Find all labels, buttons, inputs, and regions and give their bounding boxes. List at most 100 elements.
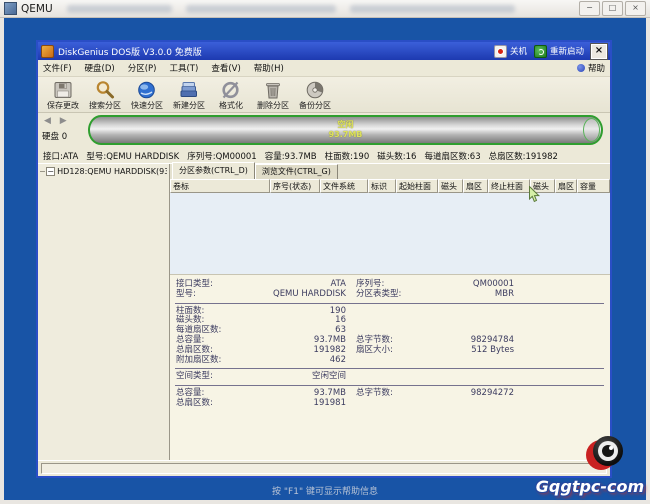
detail-value: MBR [494, 288, 514, 299]
disk-info-segment: 总扇区数:191982 [488, 152, 558, 162]
details-separator [175, 385, 604, 387]
table-column-header[interactable]: 标识 [368, 179, 396, 193]
detail-value: 462 [329, 354, 346, 365]
menu-item[interactable]: 工具(T) [169, 64, 198, 74]
help-icon [576, 64, 585, 72]
detail-value: 191981 [313, 397, 346, 408]
disk-label: 硬盘 0 [42, 132, 68, 142]
search-icon [96, 80, 114, 98]
disk-info-segment: 型号:QEMU HARDDISK [86, 152, 180, 162]
menu-item[interactable]: 帮助(H) [254, 64, 284, 74]
detail-row: 磁头数: 16 [170, 316, 610, 326]
partition-table-body[interactable] [170, 193, 610, 275]
menu-item[interactable]: 硬盘(D) [85, 64, 115, 74]
tree-branch-line [40, 171, 46, 172]
save-icon [54, 81, 72, 98]
tab-partition-params[interactable]: 分区参数(CTRL_D) [172, 162, 255, 179]
restart-button[interactable]: 重新启动 [533, 44, 584, 58]
disk-info-segment: 容量:93.7MB [264, 152, 317, 162]
quick-partition-button[interactable]: 快速分区 [126, 78, 168, 111]
save-changes-button[interactable]: 保存更改 [42, 78, 84, 111]
next-disk-arrow[interactable]: ▶ [60, 116, 70, 126]
host-window-title: QEMU [21, 2, 53, 15]
detail-value [442, 316, 514, 326]
table-column-header[interactable]: 容量 [577, 179, 610, 193]
minimize-button[interactable]: − [579, 1, 600, 16]
detail-label: 附加扇区数: [176, 354, 222, 365]
tree-item-hd128[interactable]: − HD128:QEMU HARDDISK(93MB) [40, 167, 167, 176]
maximize-button[interactable]: □ [602, 1, 623, 16]
format-button[interactable]: 格式化 [210, 78, 252, 111]
table-column-header[interactable]: 序号(状态) [270, 179, 320, 193]
menu-item[interactable]: 文件(F) [43, 64, 72, 74]
tab-bar: 分区参数(CTRL_D) 浏览文件(CTRL_G) [170, 162, 610, 179]
diskgenius-app-icon [41, 44, 54, 58]
detail-label: 空间类型: [176, 371, 213, 382]
detail-label [346, 316, 442, 326]
partition-table-header: 卷标 序号(状态) 文件系统 标识 起始柱面 磁头 扇区 终止柱面 磁头 扇区 容量 [170, 179, 610, 193]
details-separator [175, 368, 604, 370]
detail-value: 空闲空间 [311, 371, 346, 382]
disk-cylinder[interactable]: 空闲 93.7MB [88, 115, 603, 145]
new-partition-icon [180, 81, 197, 97]
restart-icon [533, 44, 547, 58]
tab-browse-files[interactable]: 浏览文件(CTRL_G) [254, 164, 338, 179]
delete-partition-button[interactable]: 删除分区 [252, 78, 294, 111]
detail-row: 型号: QEMU HARDDISK 分区表类型: MBR [170, 288, 610, 300]
detail-value: QEMU HARDDISK [273, 288, 346, 299]
screen: QEMU − □ × DiskGenius DOS版 V3.0.0 免费版 关机 [0, 0, 650, 504]
detail-label [346, 399, 442, 409]
backup-icon [306, 81, 324, 98]
censored-title-text [66, 4, 172, 13]
detail-label: 总字节数: [356, 388, 393, 399]
table-column-header[interactable]: 卷标 [170, 179, 270, 193]
app-title: DiskGenius DOS版 V3.0.0 免费版 [58, 47, 202, 58]
table-column-header[interactable]: 起始柱面 [396, 179, 438, 193]
host-window-controls: − □ × [579, 1, 646, 16]
backup-partition-button[interactable]: 备份分区 [294, 78, 336, 111]
censored-title-text [349, 4, 515, 13]
detail-label: 总扇区数: [176, 397, 213, 408]
app-close-button[interactable]: × [590, 42, 608, 60]
details-separator [175, 302, 604, 304]
table-column-header[interactable]: 磁头 [438, 179, 463, 193]
shutdown-button[interactable]: 关机 [493, 44, 527, 58]
detail-value [442, 372, 514, 382]
format-icon [222, 81, 239, 98]
disk-info-segment: 柱面数:190 [324, 152, 370, 162]
shutdown-label: 关机 [509, 47, 527, 57]
detail-label [346, 356, 442, 366]
tree-expander-icon[interactable]: − [46, 167, 56, 176]
close-button[interactable]: × [625, 1, 646, 16]
toolbar: 保存更改 搜索分区 快速分区 新建分区 格式化 删除分区 备份分区 [38, 77, 610, 113]
cylinder-end-cap [583, 118, 600, 142]
detail-row: 附加扇区数: 462 [170, 354, 610, 366]
disk-info-line: 接口:ATA 型号:QEMU HARDDISK 序列号:QM00001 容量:93.7… [38, 149, 610, 163]
detail-label [346, 307, 442, 317]
table-column-header[interactable]: 扇区 [463, 179, 488, 193]
table-column-header[interactable]: 终止柱面 [488, 179, 530, 193]
table-column-header[interactable]: 扇区 [555, 179, 577, 193]
detail-label: 分区表类型: [356, 288, 402, 299]
censored-title-text [185, 4, 336, 13]
detail-value [442, 356, 514, 366]
cylinder-free-space-label: 空闲 93.7MB [328, 120, 363, 139]
disk-info-segment: 接口:ATA [43, 152, 79, 162]
detail-label: 型号: [176, 288, 196, 299]
table-column-header[interactable]: 文件系统 [320, 179, 368, 193]
menu-item[interactable]: 分区(P) [128, 64, 157, 74]
detail-value: 190 [329, 305, 346, 316]
app-titlebar: DiskGenius DOS版 V3.0.0 免费版 关机 重新启动 × [38, 42, 610, 60]
help-label: 帮助 [587, 64, 605, 74]
detail-value: 98294272 [470, 388, 514, 399]
disk-tree-panel: − HD128:QEMU HARDDISK(93MB) [38, 164, 170, 460]
new-partition-button[interactable]: 新建分区 [168, 78, 210, 111]
detail-value: 16 [335, 315, 346, 326]
host-titlebar: QEMU − □ × [0, 0, 650, 18]
menu-item[interactable]: 查看(V) [211, 64, 240, 74]
details-panel: 接口类型: ATA 序列号: QM00001 型号: QEMU HARDDISK 分区表类型… [170, 275, 610, 460]
search-partition-button[interactable]: 搜索分区 [84, 78, 126, 111]
help-shortcut[interactable]: 帮助 [576, 62, 605, 74]
prev-disk-arrow[interactable]: ◀ [44, 116, 54, 126]
disk-info-segment: 每道扇区数:63 [424, 152, 481, 162]
